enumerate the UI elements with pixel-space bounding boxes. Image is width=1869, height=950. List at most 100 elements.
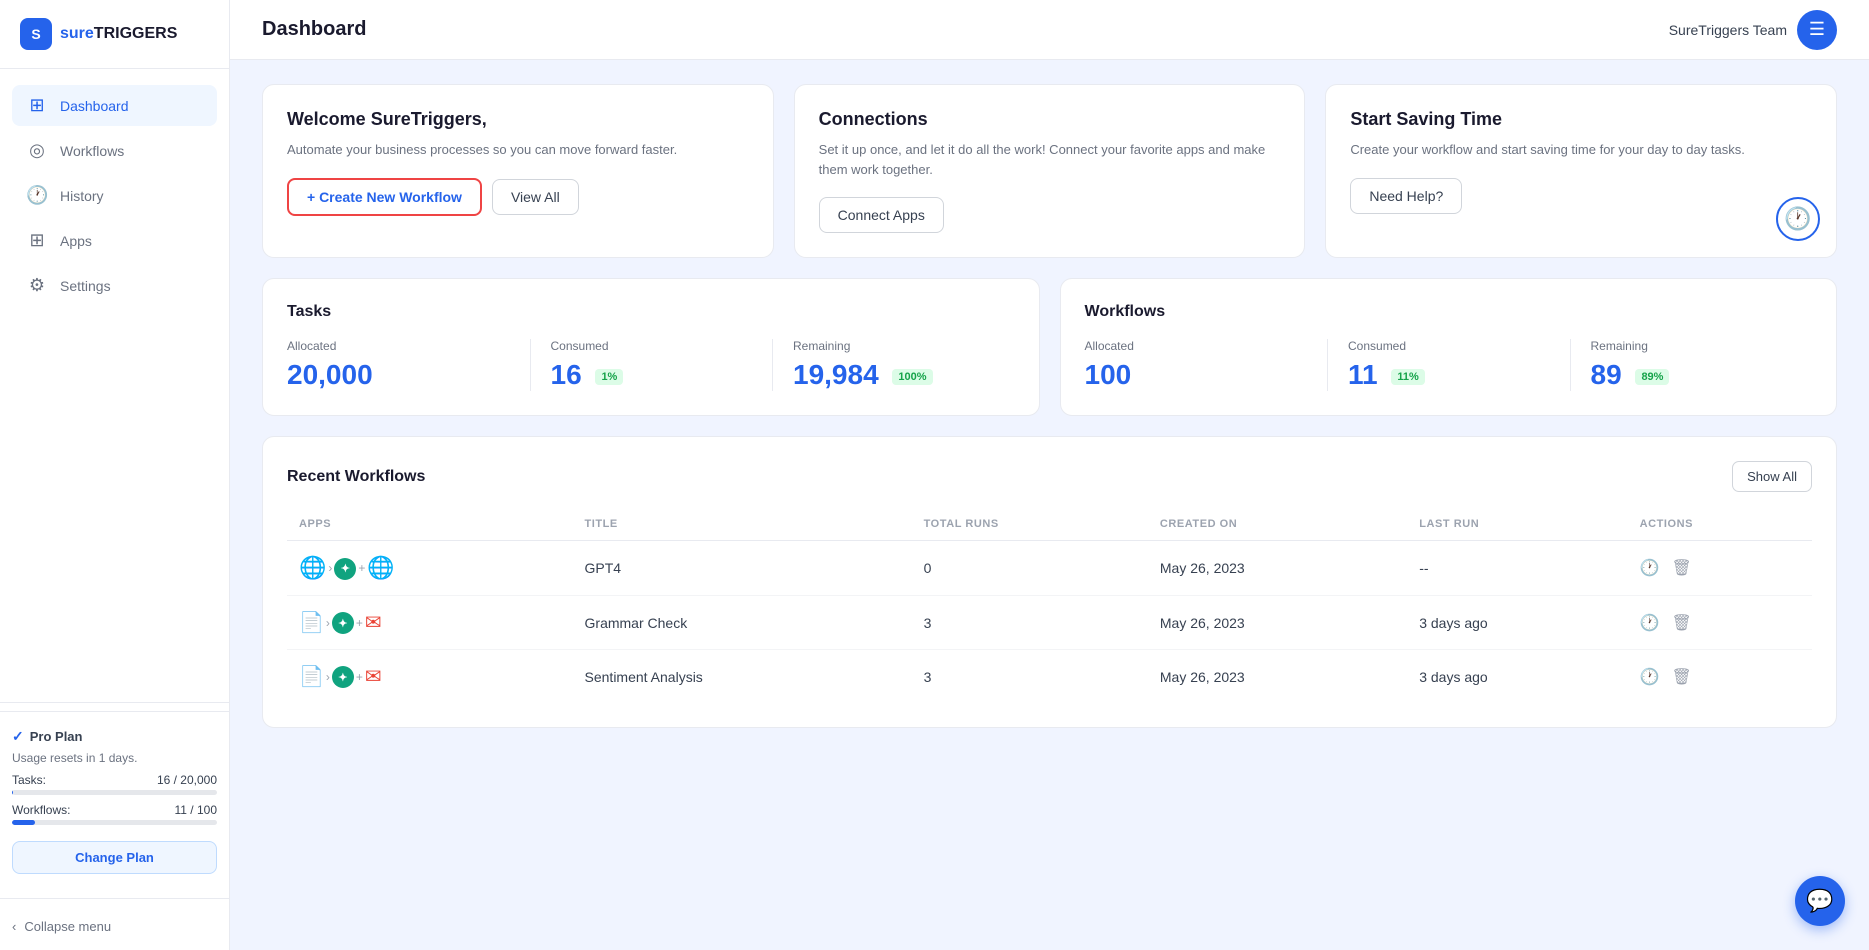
sidebar-item-dashboard[interactable]: ⊞ Dashboard bbox=[12, 85, 217, 126]
workflows-usage-row: Workflows: 11 / 100 bbox=[12, 803, 217, 817]
stats-row: Tasks Allocated 20,000 Consumed 16 1% bbox=[262, 278, 1837, 416]
delete-action-icon[interactable]: 🗑 bbox=[1672, 558, 1692, 578]
row-title: Grammar Check bbox=[573, 596, 912, 650]
recent-workflows-card: Recent Workflows Show All APPS TITLE TOT… bbox=[262, 436, 1837, 728]
gmail-icon: ✉ bbox=[365, 610, 382, 635]
history-action-icon[interactable]: 🕐 bbox=[1640, 613, 1660, 633]
workflows-allocated-label: Allocated bbox=[1085, 339, 1308, 353]
history-action-icon[interactable]: 🕐 bbox=[1640, 558, 1660, 578]
apps-icon: ⊞ bbox=[26, 230, 48, 251]
gpt-icon: ✦ bbox=[334, 556, 356, 580]
action-icons: 🕐 🗑 bbox=[1640, 558, 1800, 578]
welcome-description: Automate your business processes so you … bbox=[287, 140, 749, 160]
arrow-icon: › bbox=[328, 561, 332, 575]
tasks-remaining-col: Remaining 19,984 100% bbox=[772, 339, 1015, 391]
view-all-button[interactable]: View All bbox=[492, 179, 579, 215]
sidebar-item-label: History bbox=[60, 188, 104, 204]
plan-label: ✓ Pro Plan bbox=[12, 728, 217, 745]
logo-icon: S bbox=[20, 18, 52, 50]
gpt-icon: ✦ bbox=[332, 665, 354, 689]
team-name: SureTriggers Team bbox=[1669, 22, 1787, 38]
workflows-consumed-badge: 11% bbox=[1391, 369, 1424, 385]
change-plan-button[interactable]: Change Plan bbox=[12, 841, 217, 874]
settings-icon: ⚙ bbox=[26, 275, 48, 296]
history-action-icon[interactable]: 🕐 bbox=[1640, 667, 1660, 687]
col-title: TITLE bbox=[573, 508, 912, 541]
wp2-icon: 🌐 bbox=[367, 555, 394, 581]
saving-card-actions: Need Help? bbox=[1350, 178, 1812, 214]
action-icons: 🕐 🗑 bbox=[1640, 613, 1800, 633]
app-icons: 📄 › ✦ + ✉ bbox=[299, 610, 561, 635]
row-actions: 🕐 🗑 bbox=[1628, 541, 1812, 596]
tasks-usage-row: Tasks: 16 / 20,000 bbox=[12, 773, 217, 787]
sidebar-bottom: ✓ Pro Plan Usage resets in 1 days. Tasks… bbox=[0, 711, 229, 890]
delete-action-icon[interactable]: 🗑 bbox=[1672, 667, 1692, 687]
chat-fab-button[interactable]: 💬 bbox=[1795, 876, 1845, 926]
row-title: Sentiment Analysis bbox=[573, 650, 912, 704]
workflows-stats-card: Workflows Allocated 100 Consumed 11 11% bbox=[1060, 278, 1838, 416]
row-total-runs: 3 bbox=[912, 650, 1148, 704]
workflows-stats-cols: Allocated 100 Consumed 11 11% Remaining bbox=[1085, 339, 1813, 391]
create-workflow-button[interactable]: + Create New Workflow bbox=[287, 178, 482, 216]
usage-reset-text: Usage resets in 1 days. bbox=[12, 751, 217, 765]
collapse-icon: ‹ bbox=[12, 919, 16, 934]
row-created-on: May 26, 2023 bbox=[1148, 541, 1407, 596]
collapse-menu-button[interactable]: ‹ Collapse menu bbox=[0, 907, 229, 934]
row-apps: 🌐 › ✦ + 🌐 bbox=[287, 541, 573, 596]
top-cards-row: Welcome SureTriggers, Automate your busi… bbox=[262, 84, 1837, 258]
topbar-right: SureTriggers Team ☰ bbox=[1669, 10, 1837, 50]
tasks-remaining-value: 19,984 100% bbox=[793, 359, 995, 391]
plus-icon: + bbox=[356, 670, 363, 684]
workflows-remaining-badge: 89% bbox=[1635, 369, 1669, 385]
workflows-allocated-value: 100 bbox=[1085, 359, 1308, 391]
sidebar-item-label: Dashboard bbox=[60, 98, 129, 114]
table-row: 🌐 › ✦ + 🌐 GPT4 0 May 26, 2023 bbox=[287, 541, 1812, 596]
delete-action-icon[interactable]: 🗑 bbox=[1672, 613, 1692, 633]
saving-title: Start Saving Time bbox=[1350, 109, 1812, 130]
tasks-stats-title: Tasks bbox=[287, 303, 1015, 321]
dashboard-icon: ⊞ bbox=[26, 95, 48, 116]
tasks-consumed-badge: 1% bbox=[595, 369, 623, 385]
workflows-consumed-label: Consumed bbox=[1348, 339, 1550, 353]
topbar: Dashboard SureTriggers Team ☰ bbox=[230, 0, 1869, 60]
wp-icon: 🌐 bbox=[299, 555, 326, 581]
table-header-row: APPS TITLE TOTAL RUNS CREATED ON LAST RU… bbox=[287, 508, 1812, 541]
row-last-run: -- bbox=[1407, 541, 1627, 596]
sidebar-item-history[interactable]: 🕐 History bbox=[12, 175, 217, 216]
plus-icon: + bbox=[356, 616, 363, 630]
avatar-button[interactable]: ☰ bbox=[1797, 10, 1837, 50]
sidebar-item-settings[interactable]: ⚙ Settings bbox=[12, 265, 217, 306]
need-help-button[interactable]: Need Help? bbox=[1350, 178, 1462, 214]
connect-apps-button[interactable]: Connect Apps bbox=[819, 197, 944, 233]
connections-card-actions: Connect Apps bbox=[819, 197, 1281, 233]
sidebar-item-workflows[interactable]: ◎ Workflows bbox=[12, 130, 217, 171]
sidebar-item-apps[interactable]: ⊞ Apps bbox=[12, 220, 217, 261]
table-row: 📄 › ✦ + ✉ Sentiment Analysis 3 May bbox=[287, 650, 1812, 704]
connections-card: Connections Set it up once, and let it d… bbox=[794, 84, 1306, 258]
gpt-icon: ✦ bbox=[332, 611, 354, 635]
col-apps: APPS bbox=[287, 508, 573, 541]
page-title: Dashboard bbox=[262, 18, 366, 41]
sidebar: S sureTRIGGERS ⊞ Dashboard ◎ Workflows 🕐… bbox=[0, 0, 230, 950]
row-created-on: May 26, 2023 bbox=[1148, 596, 1407, 650]
dashboard-content: Welcome SureTriggers, Automate your busi… bbox=[230, 60, 1869, 752]
row-last-run: 3 days ago bbox=[1407, 596, 1627, 650]
tasks-consumed-value: 16 1% bbox=[551, 359, 753, 391]
row-actions: 🕐 🗑 bbox=[1628, 596, 1812, 650]
sidebar-nav: ⊞ Dashboard ◎ Workflows 🕐 History ⊞ Apps… bbox=[0, 69, 229, 398]
row-total-runs: 3 bbox=[912, 596, 1148, 650]
tasks-remaining-badge: 100% bbox=[892, 369, 932, 385]
connections-description: Set it up once, and let it do all the wo… bbox=[819, 140, 1281, 179]
arrow-icon: › bbox=[326, 670, 330, 684]
row-apps: 📄 › ✦ + ✉ bbox=[287, 596, 573, 650]
sidebar-item-label: Workflows bbox=[60, 143, 124, 159]
row-actions: 🕐 🗑 bbox=[1628, 650, 1812, 704]
workflows-remaining-col: Remaining 89 89% bbox=[1570, 339, 1813, 391]
show-all-button[interactable]: Show All bbox=[1732, 461, 1812, 492]
app-icons: 🌐 › ✦ + 🌐 bbox=[299, 555, 561, 581]
plus-icon: + bbox=[358, 561, 365, 575]
tasks-consumed-col: Consumed 16 1% bbox=[530, 339, 773, 391]
welcome-card: Welcome SureTriggers, Automate your busi… bbox=[262, 84, 774, 258]
action-icons: 🕐 🗑 bbox=[1640, 667, 1800, 687]
workflows-progress-bar bbox=[12, 820, 217, 825]
